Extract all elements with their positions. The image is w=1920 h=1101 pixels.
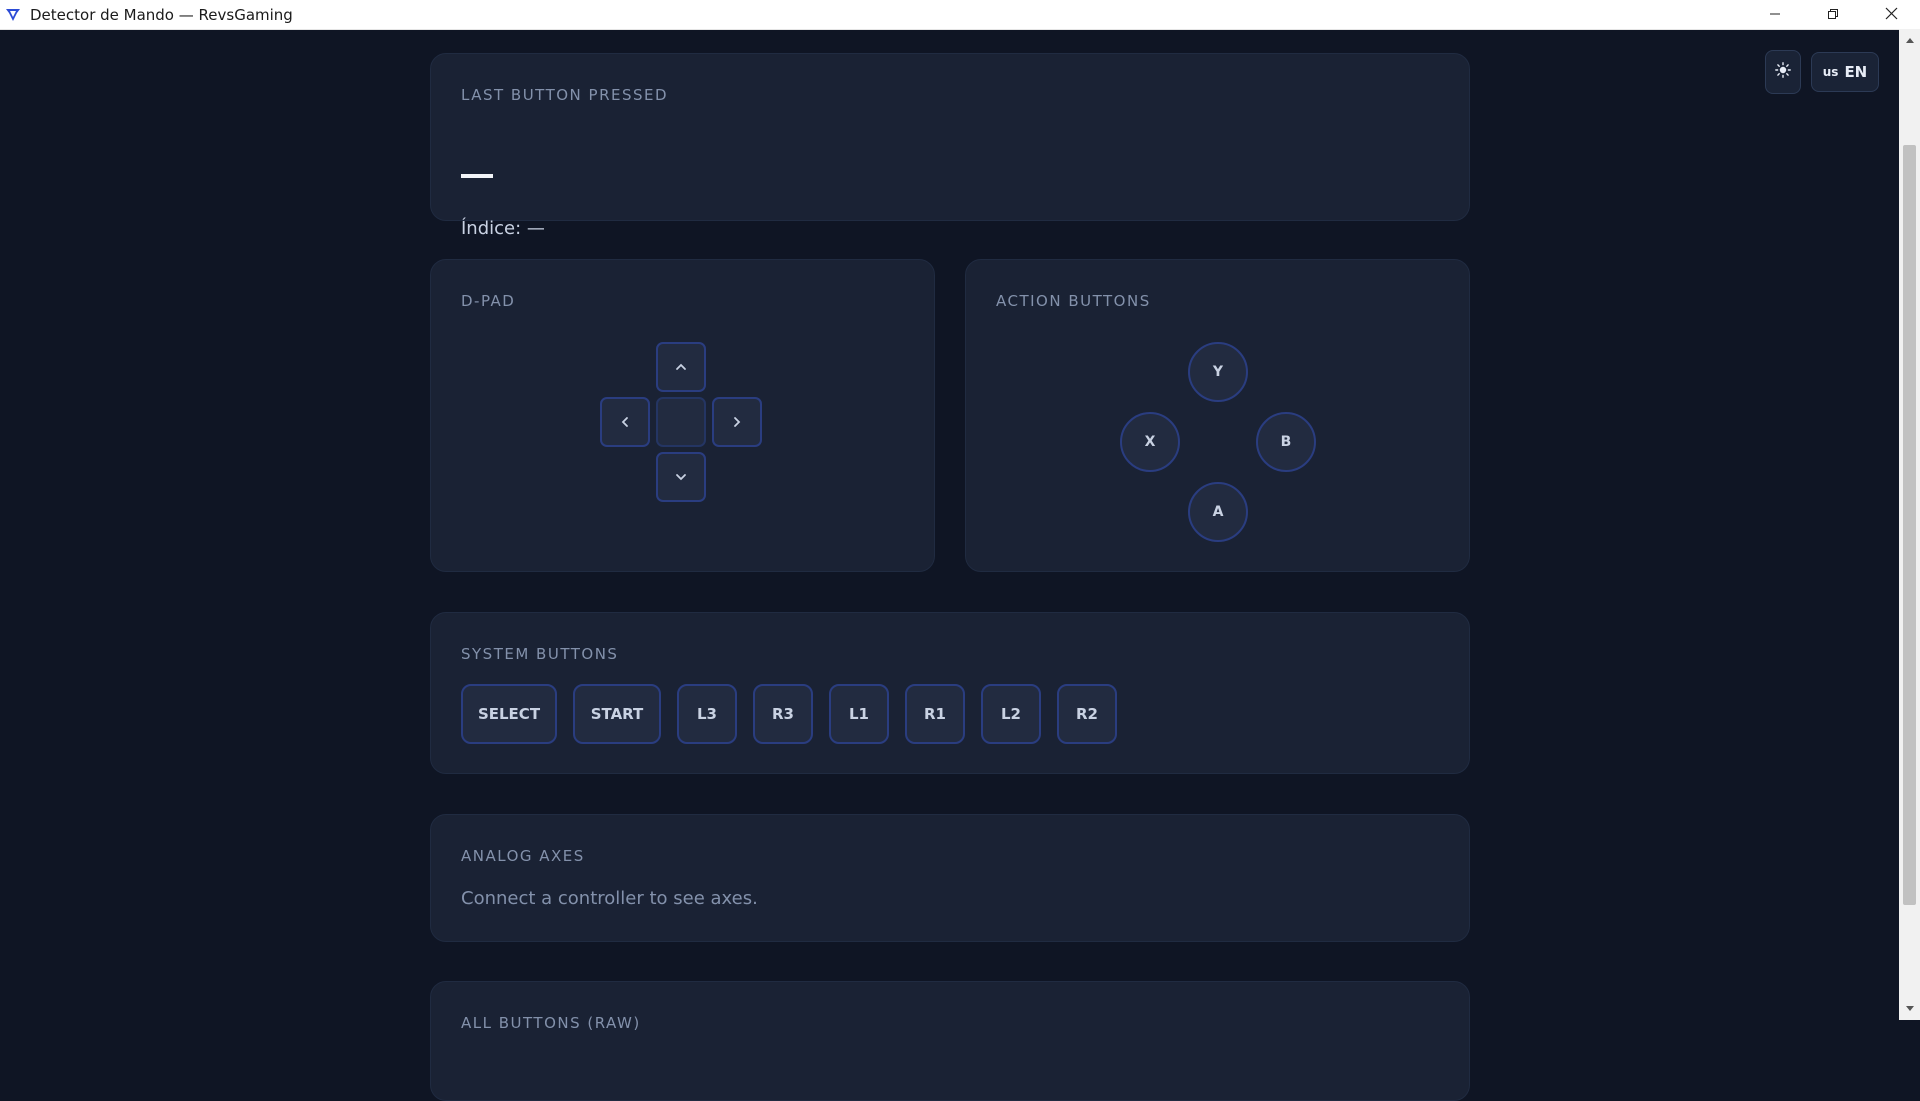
- system-button-r2[interactable]: R2: [1057, 684, 1117, 744]
- dpad-left-button[interactable]: [600, 397, 650, 447]
- chevron-left-icon: [619, 413, 631, 432]
- dpad-center: [656, 397, 706, 447]
- system-buttons-card: SYSTEM BUTTONS SELECT START L3 R3 L1 R1 …: [430, 612, 1470, 774]
- language-button[interactable]: us EN: [1811, 52, 1879, 92]
- action-button-y[interactable]: Y: [1188, 342, 1248, 402]
- scroll-down-arrow-icon[interactable]: [1899, 1000, 1920, 1018]
- last-button-index: Índice: —: [461, 218, 545, 239]
- raw-buttons-heading: ALL BUTTONS (RAW): [461, 1014, 641, 1032]
- dpad-right-button[interactable]: [712, 397, 762, 447]
- minimize-button[interactable]: [1746, 0, 1804, 29]
- last-button-card: LAST BUTTON PRESSED Índice: —: [430, 53, 1470, 239]
- sun-icon: [1775, 62, 1791, 82]
- system-button-l2[interactable]: L2: [981, 684, 1041, 744]
- vertical-scrollbar[interactable]: [1899, 29, 1920, 1020]
- last-button-heading: LAST BUTTON PRESSED: [461, 86, 669, 104]
- revsgaming-logo-icon: [4, 6, 22, 24]
- system-button-select[interactable]: SELECT: [461, 684, 557, 744]
- chevron-down-icon: [675, 468, 687, 487]
- chevron-right-icon: [731, 413, 743, 432]
- close-icon: [1885, 6, 1898, 24]
- dpad-up-button[interactable]: [656, 342, 706, 392]
- action-button-x[interactable]: X: [1120, 412, 1180, 472]
- system-buttons-row: SELECT START L3 R3 L1 R1 L2 R2: [461, 684, 1117, 744]
- analog-axes-heading: ANALOG AXES: [461, 847, 585, 865]
- action-button-a[interactable]: A: [1188, 482, 1248, 542]
- window-titlebar: Detector de Mando — RevsGaming: [0, 0, 1920, 30]
- minimize-icon: [1769, 6, 1781, 24]
- restore-button[interactable]: [1804, 0, 1862, 29]
- system-buttons-heading: SYSTEM BUTTONS: [461, 645, 619, 663]
- language-flag: us: [1822, 65, 1839, 79]
- close-button[interactable]: [1862, 0, 1920, 29]
- last-button-value: [461, 174, 493, 178]
- dpad-heading: D-PAD: [461, 292, 516, 310]
- dpad-down-button[interactable]: [656, 452, 706, 502]
- system-button-r1[interactable]: R1: [905, 684, 965, 744]
- language-code: EN: [1844, 63, 1868, 81]
- analog-axes-message: Connect a controller to see axes.: [461, 888, 758, 909]
- system-button-l1[interactable]: L1: [829, 684, 889, 744]
- raw-buttons-card: ALL BUTTONS (RAW): [430, 981, 1470, 1101]
- action-button-b[interactable]: B: [1256, 412, 1316, 472]
- restore-icon: [1827, 6, 1839, 24]
- action-buttons-heading: ACTION BUTTONS: [996, 292, 1151, 310]
- dpad-card: D-PAD: [430, 259, 935, 572]
- chevron-up-icon: [675, 358, 687, 377]
- system-button-l3[interactable]: L3: [677, 684, 737, 744]
- analog-axes-card: ANALOG AXES Connect a controller to see …: [430, 814, 1470, 942]
- system-button-r3[interactable]: R3: [753, 684, 813, 744]
- window-title: Detector de Mando — RevsGaming: [30, 5, 293, 24]
- action-buttons-card: ACTION BUTTONS Y X B A: [965, 259, 1470, 572]
- window-controls: [1746, 0, 1920, 29]
- system-button-start[interactable]: START: [573, 684, 661, 744]
- theme-toggle-button[interactable]: [1765, 50, 1801, 94]
- scroll-up-arrow-icon[interactable]: [1899, 31, 1920, 49]
- scrollbar-thumb[interactable]: [1903, 145, 1916, 905]
